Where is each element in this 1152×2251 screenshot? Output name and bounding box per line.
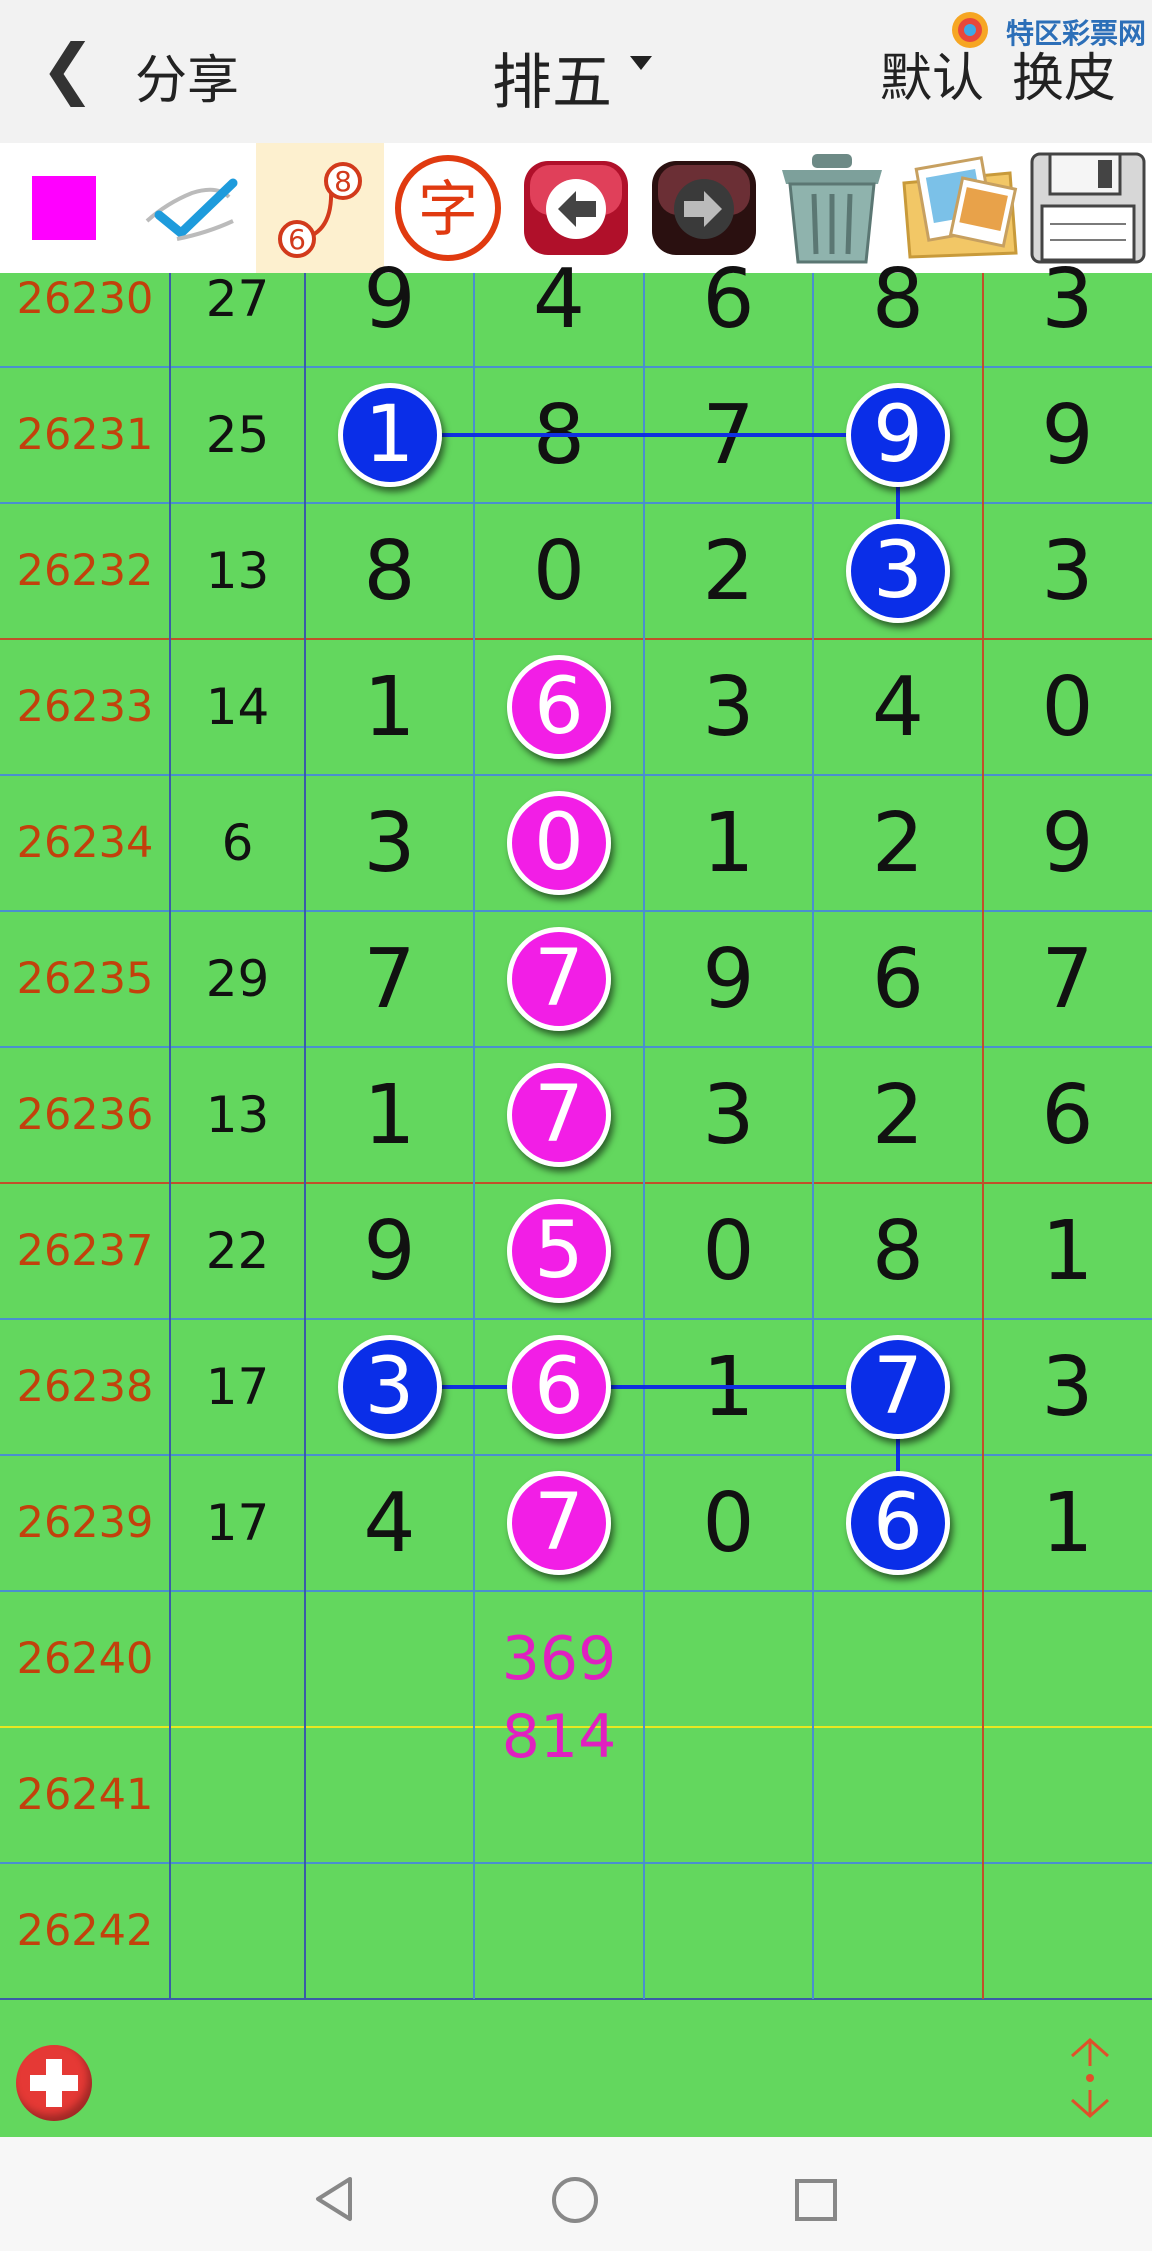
chevron-left-icon[interactable]: ❮ [40, 30, 95, 107]
bottom-action-bar [0, 2000, 1152, 2137]
scroll-updown-icon[interactable] [1062, 2036, 1118, 2120]
nav-back-icon[interactable] [312, 2175, 356, 2223]
plus-horizontal [30, 2075, 78, 2091]
nav-recent-icon[interactable] [793, 2177, 839, 2223]
prediction-line-1: 369 [501, 1624, 617, 1694]
plus-circle-icon[interactable] [16, 2045, 92, 2121]
highlighted-digit-ball[interactable]: 7 [846, 1335, 950, 1439]
prediction-line-2: 814 [501, 1702, 617, 1772]
watermark-text: 特区彩票网 [1006, 17, 1147, 50]
lottery-title[interactable]: 排五 [492, 34, 612, 121]
watermark-logo-icon [952, 12, 988, 48]
highlighted-digit-ball[interactable]: 9 [846, 383, 950, 487]
highlighted-digit-ball[interactable]: 5 [507, 1199, 611, 1303]
highlighted-digit-ball[interactable]: 7 [507, 927, 611, 1031]
nav-home-icon[interactable] [550, 2175, 600, 2225]
highlighted-digit-ball[interactable]: 7 [507, 1063, 611, 1167]
highlighted-digit-ball[interactable]: 3 [846, 519, 950, 623]
highlighted-digit-ball[interactable]: 0 [507, 791, 611, 895]
system-navbar [0, 2137, 1152, 2251]
highlighted-digit-ball[interactable]: 6 [846, 1471, 950, 1575]
share-button[interactable]: 分享 [135, 38, 239, 113]
watermark: 特区彩票网 [948, 8, 1148, 52]
dropdown-caret-icon[interactable] [630, 56, 652, 70]
app-header: ❮ 分享 排五 默认 换皮 特区彩票网 [0, 0, 1152, 143]
highlighted-digit-ball[interactable]: 7 [507, 1471, 611, 1575]
highlighted-digit-ball[interactable]: 6 [507, 1335, 611, 1439]
highlighted-digit-ball[interactable]: 3 [337, 1335, 442, 1439]
highlighted-digit-ball[interactable]: 1 [337, 383, 442, 487]
highlighted-digit-ball[interactable]: 6 [507, 655, 611, 759]
svg-text:8: 8 [334, 165, 352, 198]
prediction-text: 369 814 [474, 1620, 644, 1776]
